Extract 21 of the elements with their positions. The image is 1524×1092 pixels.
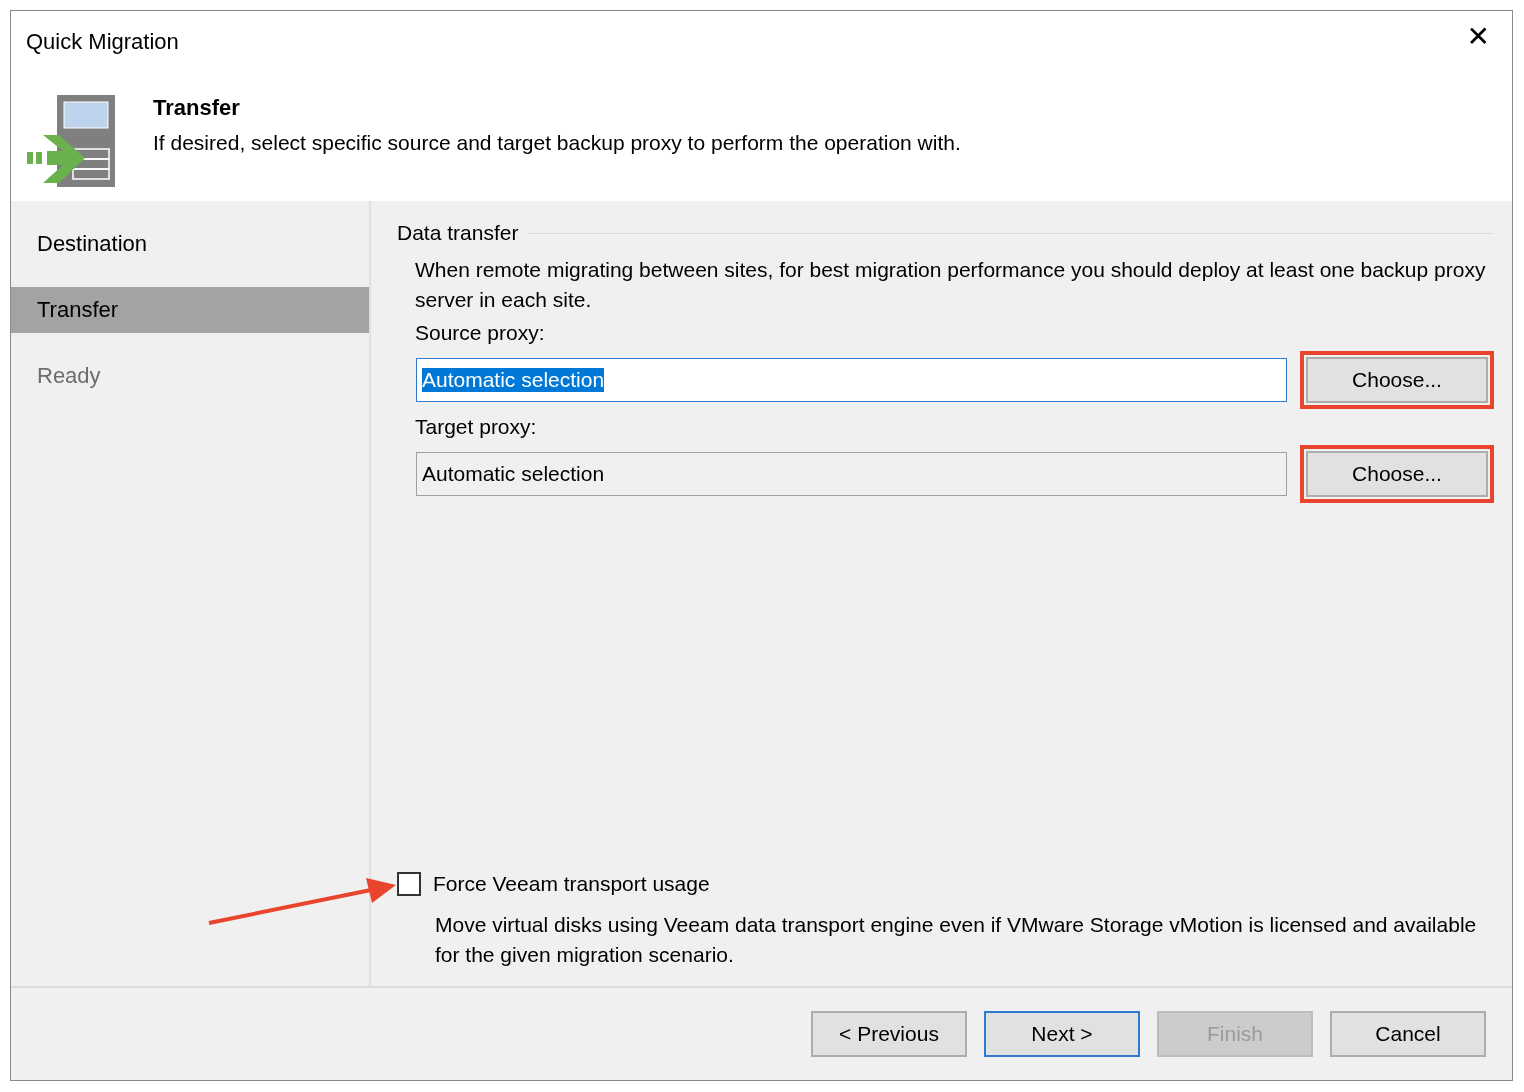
choose-button[interactable]: Choose... xyxy=(1306,451,1488,497)
checkbox[interactable] xyxy=(397,872,421,896)
choose-button[interactable]: Choose... xyxy=(1306,357,1488,403)
input-field[interactable]: Automatic selection xyxy=(416,358,1287,402)
page-title: Transfer xyxy=(153,95,241,121)
wizard-button[interactable]: < Previous xyxy=(811,1011,967,1057)
step-item[interactable]: Transfer xyxy=(11,287,369,333)
field-label: Target proxy: xyxy=(415,415,538,439)
close-button[interactable]: ✕ xyxy=(1462,23,1494,51)
description-text: When remote migrating between sites, for best migration performance you should deploy at least one backup proxy server in each site. xyxy=(415,257,1487,313)
server-arrow-icon xyxy=(27,95,117,187)
option-description: Move virtual disks using Veeam data transport engine even if VMware Storage vMotion is licensed and available for the given migration scenario. xyxy=(435,912,1478,968)
wizard-button[interactable]: Cancel xyxy=(1330,1011,1486,1057)
page-subtitle: If desired, select specific source and target backup proxy to perform the operation with. xyxy=(153,131,961,155)
checkbox-label: Force Veeam transport usage xyxy=(433,872,710,896)
step-item[interactable]: Destination xyxy=(11,221,369,267)
input-field[interactable]: Automatic selection xyxy=(416,452,1287,496)
field-label: Source proxy: xyxy=(415,321,546,345)
window-title: Quick Migration xyxy=(26,29,179,55)
group-title: Data transfer xyxy=(397,221,519,245)
wizard-button[interactable]: Next > xyxy=(984,1011,1140,1057)
